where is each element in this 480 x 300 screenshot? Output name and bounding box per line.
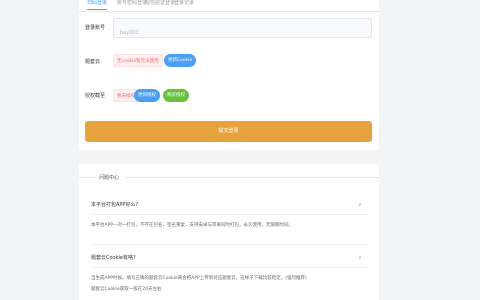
- tab-scan-login[interactable]: 扫码登录: [87, 0, 107, 7]
- buy-auth-button[interactable]: 购买授权: [163, 89, 189, 102]
- faq-question[interactable]: 题套云Cookie有啥?: [91, 255, 136, 262]
- faq-divider-right: [125, 177, 379, 178]
- faq-question[interactable]: 本平台打包APP好么?: [91, 202, 138, 209]
- faq-card: 问题中心 本平台打包APP好么? ∨ 本平台APP一对一打包，不存在包名，签名重…: [79, 164, 379, 300]
- update-cookie-button[interactable]: 更新Cookie: [164, 54, 197, 67]
- renew-auth-button[interactable]: 更新授权: [134, 89, 160, 102]
- faq-divider-left: [79, 177, 97, 178]
- tab-login-history[interactable]: 登录记录: [174, 0, 194, 7]
- chevron-down-icon[interactable]: ∨: [358, 255, 362, 262]
- faq-divider: [91, 267, 367, 268]
- auth-label: 授权截至: [85, 93, 106, 99]
- faq-answer: 题套云Cookie获取一般在20天左右: [91, 287, 162, 292]
- chevron-down-icon[interactable]: ∨: [358, 202, 362, 209]
- faq-header: 问题中心: [79, 164, 379, 192]
- account-field-wrapper: [113, 18, 372, 42]
- faq-separator: [91, 244, 367, 245]
- active-tab-indicator: [87, 9, 107, 10]
- account-input[interactable]: [114, 24, 371, 42]
- account-label: 登录账号: [85, 25, 106, 31]
- submit-login-button[interactable]: 提交登录: [85, 121, 372, 142]
- faq-answer: 当生成APP时候，填写正确的题套云Cookie来会把APP上传到对应题套云，这样…: [91, 276, 307, 281]
- cloud-label: 题套云: [85, 59, 101, 65]
- faq-answer: 本平台APP一对一打包，不存在包名，签名重复，支持安卓与苹果同时打包，永久使用，…: [91, 223, 294, 228]
- faq-divider: [91, 214, 367, 215]
- tab-bar: 扫码登录 账号密码登录 短信验证登录 登录记录: [79, 0, 379, 12]
- tab-sms-login[interactable]: 短信验证登录: [145, 0, 175, 7]
- cloud-status-tag: 无cookie暂无法使用: [113, 54, 163, 67]
- tab-password-login[interactable]: 账号密码登录: [117, 0, 147, 7]
- faq-title: 问题中心: [97, 174, 122, 181]
- login-card: 扫码登录 账号密码登录 短信验证登录 登录记录 登录账号 题套云 无cookie…: [79, 0, 379, 150]
